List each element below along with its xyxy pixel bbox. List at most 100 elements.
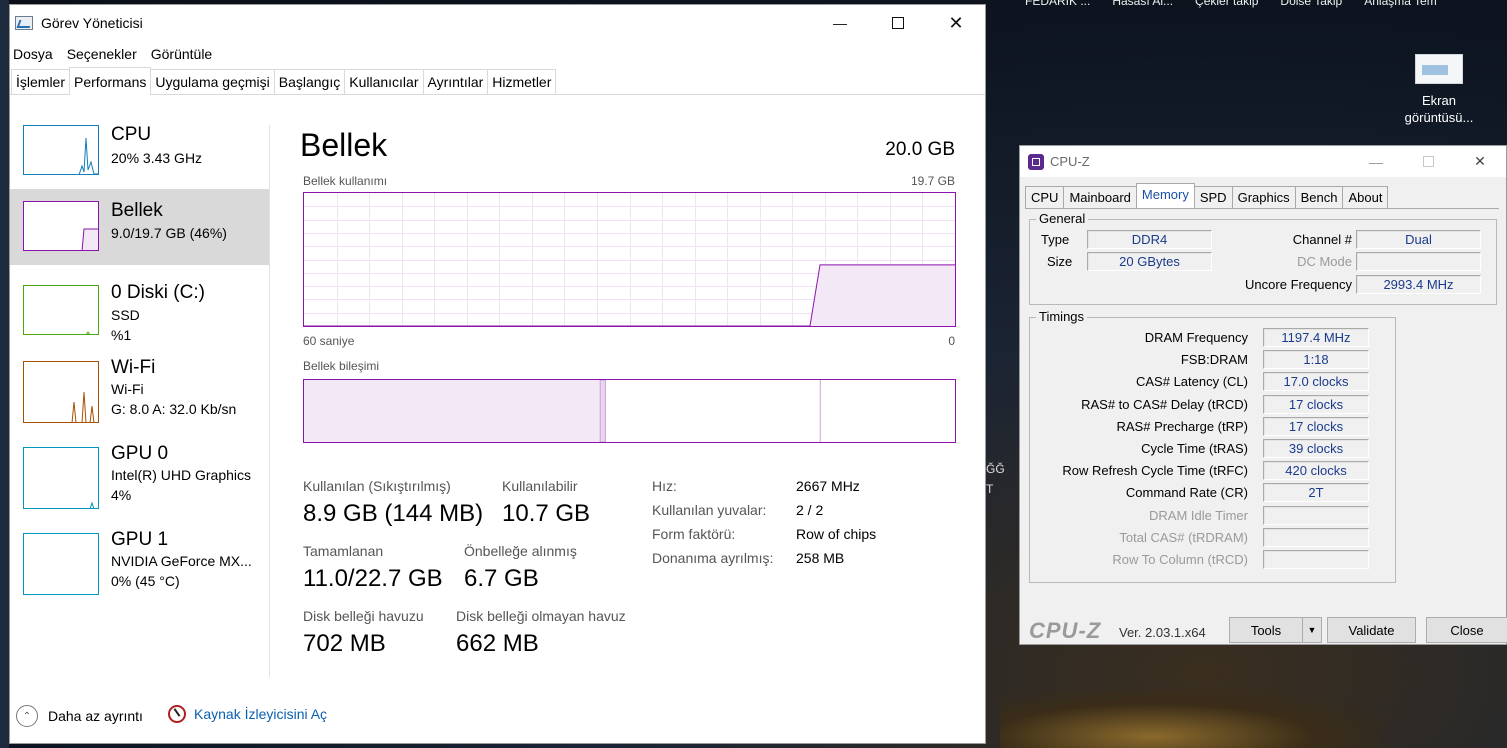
task-manager-window: Görev Yöneticisi — ✕ Dosya Seçenekler Gö… (9, 4, 986, 744)
timing-label: Row To Column (tRCD) (1112, 552, 1248, 567)
memory-composition-chart (304, 379, 821, 443)
sidebar-item-detail: Wi-Fi (111, 381, 144, 397)
timing-value: 17.0 clocks (1263, 372, 1369, 392)
wallpaper-glow (1000, 690, 1380, 748)
detail-speed-label: Hız: (652, 478, 677, 494)
cpuz-close-button[interactable]: ✕ (1454, 153, 1506, 170)
image-file-icon (1415, 54, 1463, 84)
gpu0-sparkline (89, 501, 95, 508)
timing-label: FSB:DRAM (1180, 352, 1248, 368)
cpuz-tab-mainboard[interactable]: Mainboard (1063, 186, 1137, 208)
minimize-button[interactable]: — (811, 5, 869, 41)
resource-monitor-link[interactable]: Kaynak İzleyicisini Aç (168, 705, 327, 723)
modified-segment[interactable] (599, 379, 606, 443)
graph-time-left: 60 saniye (303, 334, 355, 348)
title-bar[interactable]: Görev Yöneticisi — ✕ (10, 5, 985, 41)
wifi-mini-graph (23, 361, 99, 423)
timing-label: DRAM Idle Timer (1149, 507, 1248, 523)
tab-services[interactable]: Hizmetler (487, 69, 557, 94)
timing-label: Command Rate (CR) (1125, 485, 1248, 501)
sidebar-item-cpu[interactable]: CPU 20% 3.43 GHz (10, 121, 270, 181)
tab-details[interactable]: Ayrıntılar (422, 69, 489, 94)
close-button[interactable]: ✕ (927, 5, 985, 41)
desktop-icon-screenshot[interactable]: Ekran görüntüsü... (1398, 54, 1480, 126)
maximize-icon (892, 17, 904, 29)
tab-users[interactable]: Kullanıcılar (344, 69, 424, 94)
minimize-icon: — (1369, 153, 1383, 170)
cpuz-tab-cpu[interactable]: CPU (1025, 186, 1065, 208)
desktop-edge (0, 0, 9, 748)
tab-processes[interactable]: İşlemler (11, 69, 71, 94)
cpuz-tab-bench[interactable]: Bench (1294, 186, 1344, 208)
tab-performance[interactable]: Performans (69, 67, 152, 95)
tab-app-history[interactable]: Uygulama geçmişi (150, 69, 275, 94)
close-icon: ✕ (948, 12, 964, 33)
maximize-button[interactable] (869, 5, 927, 41)
sidebar-item-disk[interactable]: 0 Diski (C:) SSD %1 (10, 275, 270, 343)
tools-dropdown-button[interactable]: ▼ (1302, 617, 1322, 643)
cpuz-bottom-bar: CPU-Z Ver. 2.03.1.x64 Tools ▼ Validate C… (1020, 614, 1507, 646)
sidebar-item-wifi[interactable]: Wi-Fi Wi-Fi G: 8.0 A: 32.0 Kb/sn (10, 357, 270, 429)
sidebar-item-memory[interactable]: Bellek 9.0/19.7 GB (46%) (10, 189, 270, 265)
sidebar-item-detail: Intel(R) UHD Graphics (111, 467, 252, 483)
menu-view[interactable]: Görüntüle (151, 46, 212, 62)
desktop-icon-label: Ekran görüntüsü... (1404, 93, 1474, 125)
sidebar-item-gpu1[interactable]: GPU 1 NVIDIA GeForce MX... 0% (45 °C) (10, 529, 270, 603)
cpuz-window-title: CPU-Z (1050, 154, 1090, 169)
cpuz-tab-graphics[interactable]: Graphics (1231, 186, 1296, 208)
desktop-icon-label[interactable]: Hasası Al... (1112, 0, 1173, 10)
cpuz-logo: CPU-Z (1029, 618, 1102, 643)
cpuz-version: Ver. 2.03.1.x64 (1119, 625, 1206, 640)
timings-group-title: Timings (1036, 309, 1088, 324)
stat-committed-label: Tamamlanan (303, 543, 384, 559)
desktop-icon-label[interactable]: Anlaşma Tem (1364, 0, 1436, 10)
graph-time-right: 0 (948, 334, 955, 348)
validate-button[interactable]: Validate (1327, 617, 1416, 643)
cpuz-tab-memory[interactable]: Memory (1135, 183, 1195, 209)
stat-nonpaged-label: Disk belleği olmayan havuz (456, 608, 626, 624)
sidebar-divider (269, 125, 270, 677)
memory-mini-graph (23, 201, 99, 251)
sidebar-item-detail: NVIDIA GeForce MX... (111, 553, 252, 569)
stat-cached-label: Önbelleğe alınmış (464, 543, 577, 559)
page-title: Bellek (300, 127, 388, 163)
sidebar-item-gpu0[interactable]: GPU 0 Intel(R) UHD Graphics 4% (10, 443, 270, 517)
cpuz-tab-about[interactable]: About (1342, 186, 1389, 208)
cpuz-minimize-button[interactable]: — (1350, 154, 1402, 170)
cpu-mini-graph (23, 125, 99, 175)
minimize-icon: — (833, 15, 847, 31)
uncore-value: 2993.4 MHz (1356, 275, 1481, 294)
timing-value: 420 clocks (1263, 461, 1369, 481)
stat-cached-value: 6.7 GB (464, 565, 539, 592)
desktop-icon-label[interactable]: Çekler takip (1195, 0, 1258, 10)
timing-label: RAS# Precharge (tRP) (1116, 418, 1249, 434)
timing-label: Row Refresh Cycle Time (tRFC) (1062, 463, 1248, 479)
stat-paged-label: Disk belleği havuzu (303, 608, 424, 624)
tab-startup[interactable]: Başlangıç (273, 69, 346, 94)
desktop-icon-label[interactable]: Dolse Takip (1280, 0, 1342, 10)
menu-file[interactable]: Dosya (13, 46, 53, 62)
size-label: Size (1047, 254, 1073, 269)
timing-label: CAS# Latency (CL) (1136, 374, 1248, 390)
chevron-up-icon: ⌃ (16, 705, 38, 727)
cpuz-title-bar[interactable]: CPU-Z — ✕ (1020, 146, 1506, 177)
desktop-icon-label[interactable]: FEDARIK ... (1025, 0, 1090, 10)
menu-options[interactable]: Seçenekler (67, 46, 137, 62)
timing-label: RAS# to CAS# Delay (tRCD) (1081, 396, 1248, 412)
in-use-segment[interactable] (304, 380, 601, 442)
stat-used-value: 8.9 GB (144 MB) (303, 500, 484, 527)
memory-usage-chart (304, 193, 955, 327)
wifi-sparkline (71, 391, 95, 422)
sidebar-item-title: GPU 0 (111, 443, 169, 464)
close-app-button[interactable]: Close (1426, 617, 1507, 643)
tools-button[interactable]: Tools (1229, 617, 1303, 643)
cpuz-maximize-button[interactable] (1402, 154, 1454, 170)
desktop-partial-text: ĞĞ (986, 462, 1005, 476)
detail-reserved-value: 258 MB (796, 550, 845, 566)
cpuz-tab-spd[interactable]: SPD (1193, 186, 1233, 208)
timing-value: 17 clocks (1263, 416, 1369, 436)
desktop-partial-text: T (986, 482, 994, 496)
cpuz-tab-bar: CPU Mainboard Memory SPD Graphics Bench … (1025, 183, 1389, 209)
disk-mini-graph (23, 285, 99, 335)
fewer-details-button[interactable]: ⌃ Daha az ayrıntı (16, 705, 143, 727)
